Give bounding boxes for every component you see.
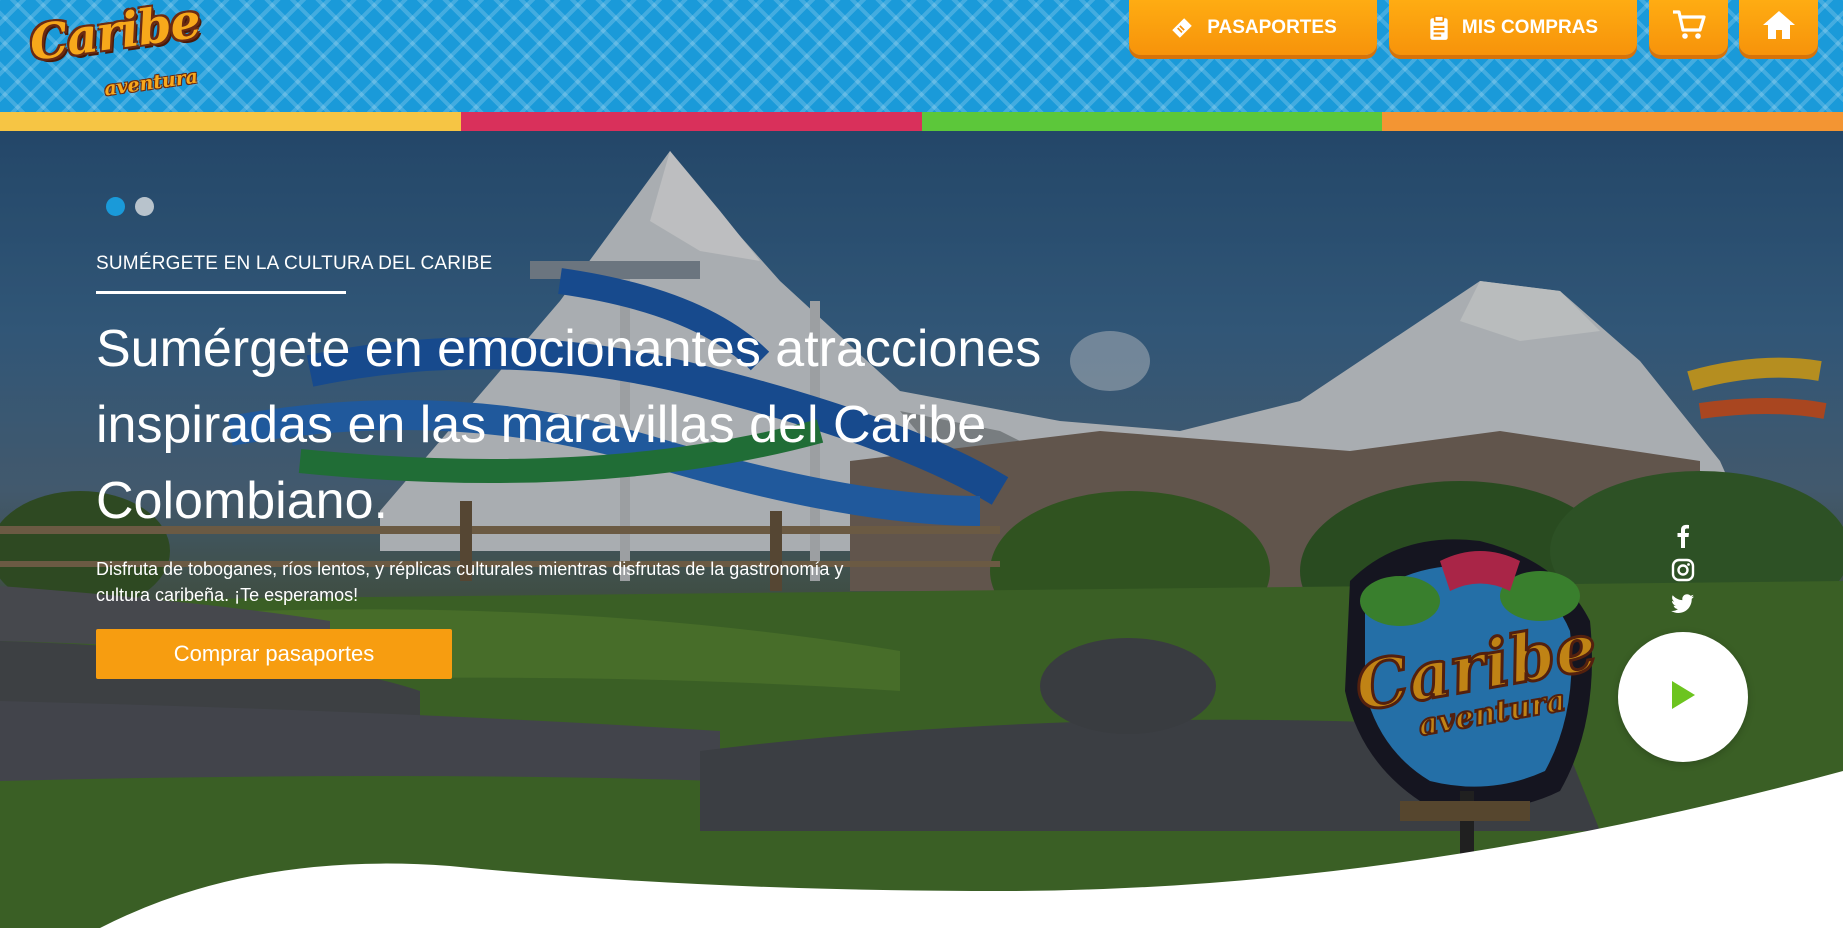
stripe-green [921,112,1383,131]
hero-headline-line-2: inspiradas en las maravillas del Caribe [96,396,987,454]
facebook-icon[interactable] [1671,523,1695,549]
logo-wordmark-sub: aventura [102,65,200,101]
social-links [1671,523,1695,617]
comprar-pasaportes-button[interactable]: Comprar pasaportes [96,629,452,679]
instagram-icon[interactable] [1671,557,1695,583]
home-icon [1761,9,1797,47]
hero-description-line-2: cultura caribeña. ¡Te esperamos! [96,585,359,605]
mis-compras-button[interactable]: MIS COMPRAS [1389,0,1637,55]
pasaportes-label: PASAPORTES [1207,16,1337,38]
hero-description-line-1: Disfruta de toboganes, ríos lentos, y ré… [96,559,844,579]
cart-icon [1671,9,1707,47]
hero-headline-line-3: Colombiano. [96,472,388,530]
slider-dot-1[interactable] [106,197,125,216]
hero-description: Disfruta de toboganes, ríos lentos, y ré… [96,556,956,608]
hero-slider: Caribe aventura SUMÉRGETE EN LA CULTURA … [0,131,1843,928]
logo-wordmark-main: Caribe [26,0,204,72]
slider-dot-2[interactable] [135,197,154,216]
cart-button[interactable] [1649,0,1728,55]
stripe-yellow [0,112,461,131]
play-video-button[interactable] [1618,632,1748,762]
play-icon [1668,678,1698,716]
site-header: Caribe aventura PASAPORTES MIS COMPRAS [0,0,1843,112]
clipboard-icon [1428,14,1450,41]
color-stripes [0,112,1843,131]
hero-headline: Sumérgete en emocionantes atracciones in… [96,311,1246,539]
stripe-orange [1382,112,1843,131]
hero-eyebrow: SUMÉRGETE EN LA CULTURA DEL CARIBE [96,253,493,274]
eyebrow-underline [96,291,346,294]
stripe-red [460,112,922,131]
pasaportes-button[interactable]: PASAPORTES [1129,0,1377,55]
ticket-icon [1169,15,1195,41]
hero-headline-line-1: Sumérgete en emocionantes atracciones [96,320,1042,378]
mis-compras-label: MIS COMPRAS [1461,16,1599,38]
home-button[interactable] [1739,0,1818,55]
twitter-icon[interactable] [1671,591,1695,617]
slider-dots [106,197,154,216]
caribe-aventura-logo[interactable]: Caribe aventura [26,0,204,104]
